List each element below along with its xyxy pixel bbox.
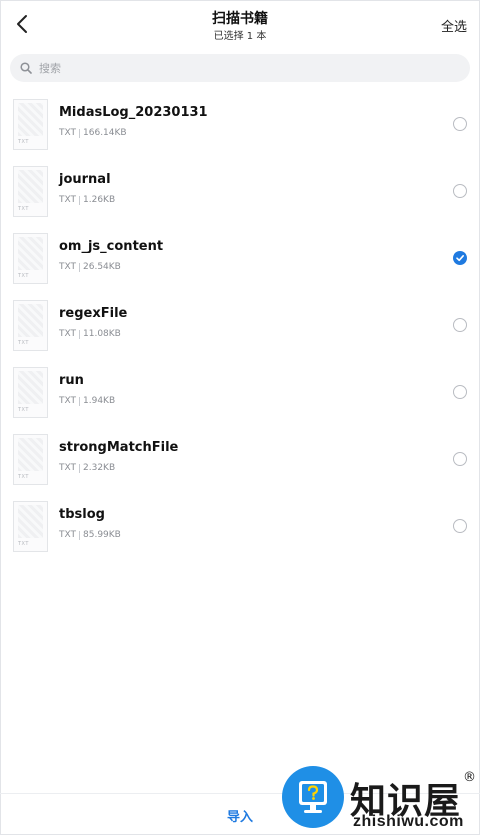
file-thumbnail: TXT <box>13 367 48 418</box>
radio-unchecked[interactable] <box>453 519 467 533</box>
document-icon <box>18 371 43 404</box>
file-size: 26.54KB <box>83 262 121 272</box>
file-name: strongMatchFile <box>59 440 179 455</box>
file-name: regexFile <box>59 306 128 321</box>
file-name: run <box>59 373 84 388</box>
file-name: journal <box>59 172 111 187</box>
file-size: 2.32KB <box>83 463 116 473</box>
file-meta: TXT 85.99KB <box>59 530 121 540</box>
thumbnail-type: TXT <box>18 340 29 346</box>
file-meta: TXT 26.54KB <box>59 262 121 272</box>
import-button[interactable]: 导入 <box>200 794 280 835</box>
file-type: TXT <box>59 396 77 406</box>
radio-unchecked[interactable] <box>453 184 467 198</box>
document-icon <box>18 237 43 270</box>
meta-divider <box>79 329 81 339</box>
file-name: tbslog <box>59 507 105 522</box>
file-thumbnail: TXT <box>13 501 48 552</box>
file-thumbnail: TXT <box>13 166 48 217</box>
search-bar[interactable] <box>10 54 470 82</box>
search-input[interactable] <box>39 61 439 75</box>
file-size: 1.26KB <box>83 195 116 205</box>
document-icon <box>18 505 43 538</box>
meta-divider <box>79 396 81 406</box>
document-icon <box>18 170 43 203</box>
radio-unchecked[interactable] <box>453 117 467 131</box>
meta-divider <box>79 195 81 205</box>
document-icon <box>18 304 43 337</box>
file-type: TXT <box>59 195 77 205</box>
file-meta: TXT 1.94KB <box>59 396 115 406</box>
file-type: TXT <box>59 128 77 138</box>
meta-divider <box>79 463 81 473</box>
watermark-domain: zhishiwu.com <box>353 813 464 830</box>
monitor-question-icon <box>299 781 327 813</box>
file-row[interactable]: TXT om_js_content TXT 26.54KB <box>0 230 480 297</box>
thumbnail-type: TXT <box>18 541 29 547</box>
file-size: 166.14KB <box>83 128 127 138</box>
thumbnail-type: TXT <box>18 273 29 279</box>
file-row[interactable]: TXT MidasLog_20230131 TXT 166.14KB <box>0 96 480 163</box>
file-meta: TXT 166.14KB <box>59 128 127 138</box>
document-icon <box>18 438 43 471</box>
file-size: 11.08KB <box>83 329 121 339</box>
file-thumbnail: TXT <box>13 300 48 351</box>
thumbnail-type: TXT <box>18 474 29 480</box>
meta-divider <box>79 530 81 540</box>
page-title: 扫描书籍 <box>212 11 268 27</box>
file-row[interactable]: TXT regexFile TXT 11.08KB <box>0 297 480 364</box>
document-icon <box>18 103 43 136</box>
file-thumbnail: TXT <box>13 434 48 485</box>
file-type: TXT <box>59 329 77 339</box>
watermark-logo <box>282 766 344 828</box>
file-type: TXT <box>59 530 77 540</box>
thumbnail-type: TXT <box>18 407 29 413</box>
file-size: 85.99KB <box>83 530 121 540</box>
radio-unchecked[interactable] <box>453 385 467 399</box>
thumbnail-type: TXT <box>18 206 29 212</box>
top-bar: 扫描书籍 已选择 1 本 全选 <box>0 0 480 48</box>
radio-checked[interactable] <box>453 251 467 265</box>
file-row[interactable]: TXT run TXT 1.94KB <box>0 364 480 431</box>
radio-unchecked[interactable] <box>453 452 467 466</box>
file-type: TXT <box>59 262 77 272</box>
file-meta: TXT 11.08KB <box>59 329 121 339</box>
meta-divider <box>79 128 81 138</box>
file-thumbnail: TXT <box>13 99 48 150</box>
radio-unchecked[interactable] <box>453 318 467 332</box>
file-name: MidasLog_20230131 <box>59 105 208 120</box>
file-row[interactable]: TXT journal TXT 1.26KB <box>0 163 480 230</box>
file-size: 1.94KB <box>83 396 116 406</box>
selection-count: 已选择 1 本 <box>213 31 267 42</box>
file-meta: TXT 1.26KB <box>59 195 115 205</box>
file-list: TXT MidasLog_20230131 TXT 166.14KB TXT journa… <box>0 96 480 565</box>
thumbnail-type: TXT <box>18 139 29 145</box>
select-all-button[interactable]: 全选 <box>441 16 467 35</box>
meta-divider <box>79 262 81 272</box>
file-row[interactable]: TXT strongMatchFile TXT 2.32KB <box>0 431 480 498</box>
check-icon <box>456 255 464 262</box>
file-thumbnail: TXT <box>13 233 48 284</box>
watermark-registered: ® <box>463 770 476 785</box>
file-row[interactable]: TXT tbslog TXT 85.99KB <box>0 498 480 565</box>
search-icon <box>19 61 33 75</box>
file-meta: TXT 2.32KB <box>59 463 115 473</box>
file-name: om_js_content <box>59 239 164 254</box>
file-type: TXT <box>59 463 77 473</box>
